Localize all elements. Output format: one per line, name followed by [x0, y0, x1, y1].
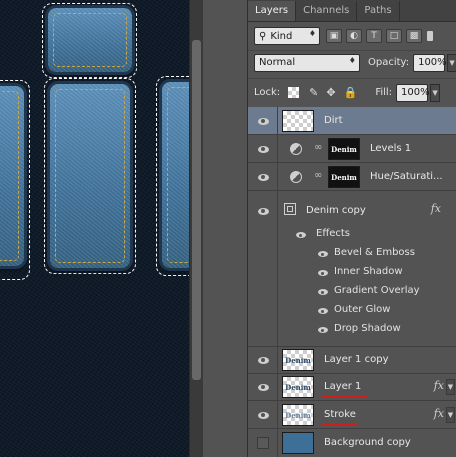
effects-eye-icon[interactable]: [296, 232, 306, 238]
workspace-gap: [203, 0, 247, 457]
lock-transparent-icon[interactable]: [288, 87, 300, 98]
effect-drop-shadow[interactable]: Drop Shadow: [334, 323, 401, 334]
effect-eye-icon[interactable]: [318, 270, 328, 276]
type-filter-icon[interactable]: T: [366, 29, 382, 43]
annotation-underline: [322, 424, 358, 426]
layer-name: Levels 1: [370, 143, 412, 154]
effect-eye-icon[interactable]: [318, 289, 328, 295]
visibility-eye-icon[interactable]: [254, 171, 272, 183]
opacity-value: 100%: [418, 57, 447, 68]
layer-row-background-copy[interactable]: Background copy: [248, 429, 456, 457]
visibility-eye-icon[interactable]: [254, 143, 272, 155]
shape-filter-icon[interactable]: □: [386, 29, 402, 43]
kind-filter-label: Kind: [270, 30, 293, 42]
effect-gradient-overlay[interactable]: Gradient Overlay: [334, 285, 420, 296]
fx-expand-arrow-icon[interactable]: ▼: [446, 379, 455, 395]
effect-eye-icon[interactable]: [318, 327, 328, 333]
layer-row-stroke[interactable]: Denim Stroke fx ▼: [248, 401, 456, 429]
layers-panel: Layers Channels Paths ⚲ Kind ♦ ▣ ◐ T □ ▩…: [247, 0, 456, 457]
layer-row-layer-1-copy[interactable]: Denim Layer 1 copy: [248, 347, 456, 374]
opacity-label: Opacity:: [367, 57, 410, 68]
tab-channels[interactable]: Channels: [296, 1, 358, 21]
opacity-field[interactable]: 100%: [413, 53, 447, 72]
layer-thumbnail: Denim: [282, 404, 314, 426]
document-canvas[interactable]: [0, 0, 189, 457]
blend-mode-value: Normal: [259, 57, 296, 68]
denim-letter-piece: [0, 86, 24, 266]
smart-object-filter-icon[interactable]: ▩: [406, 29, 422, 43]
filter-row: ⚲ Kind ♦ ▣ ◐ T □ ▩: [248, 24, 456, 48]
fx-expand-arrow-icon[interactable]: ▼: [446, 407, 455, 423]
panel-tabs: Layers Channels Paths: [248, 0, 456, 22]
denim-letter-dot: [48, 8, 132, 72]
lock-label: Lock:: [254, 87, 281, 98]
fill-field[interactable]: 100%: [396, 83, 430, 102]
effect-eye-icon[interactable]: [318, 251, 328, 257]
chevron-updown-icon: ♦: [348, 55, 356, 65]
fx-icon[interactable]: fx: [431, 202, 441, 215]
layer-thumbnail: [282, 110, 314, 132]
layer-name: Stroke: [324, 409, 356, 420]
visibility-eye-icon[interactable]: [254, 354, 272, 366]
lock-all-icon[interactable]: 🔒: [344, 86, 358, 99]
layer-name: Background copy: [324, 437, 411, 448]
fill-value: 100%: [401, 87, 430, 98]
effect-outer-glow[interactable]: Outer Glow: [334, 304, 390, 315]
link-chain-icon: ∞: [314, 142, 323, 153]
fx-icon[interactable]: fx: [434, 379, 444, 392]
layer-row-layer-1[interactable]: Denim Layer 1 fx ▼: [248, 374, 456, 401]
adjustment-layer-icon: [290, 143, 302, 155]
layer-thumbnail: Denim: [282, 349, 314, 371]
visibility-off-box[interactable]: [257, 437, 269, 449]
layer-name: Layer 1 copy: [324, 354, 389, 365]
lock-position-icon[interactable]: ✥: [326, 86, 335, 99]
visibility-eye-icon[interactable]: [254, 205, 272, 217]
link-chain-icon: ∞: [314, 170, 323, 181]
fx-icon[interactable]: fx: [434, 407, 444, 420]
filter-toggle-icon[interactable]: [427, 31, 433, 41]
search-icon: ⚲: [259, 30, 267, 42]
effect-bevel-emboss[interactable]: Bevel & Emboss: [334, 247, 415, 258]
opacity-dropdown-arrow[interactable]: ▼: [447, 53, 456, 72]
layer-name: Layer 1: [324, 381, 362, 392]
visibility-eye-icon[interactable]: [254, 409, 272, 421]
annotation-underline: [322, 396, 368, 398]
canvas-scrollbar[interactable]: [189, 0, 203, 457]
denim-letter-piece: [162, 82, 189, 268]
blend-row: Normal ♦ Opacity: 100% ▼: [248, 50, 456, 74]
layer-row-denim-copy[interactable]: Denim copy fx Effects Bevel & Emboss Inn…: [248, 191, 456, 347]
layer-thumbnail: Denim: [282, 376, 314, 398]
chevron-updown-icon: ♦: [308, 29, 316, 38]
layer-thumbnail: [282, 432, 314, 454]
adjustment-layer-icon: [290, 171, 302, 183]
tab-layers[interactable]: Layers: [248, 1, 297, 21]
lock-row: Lock: ✎ ✥ 🔒 Fill: 100% ▼: [248, 78, 456, 106]
fill-label: Fill:: [375, 87, 393, 98]
layer-name: Hue/Saturati...: [370, 171, 443, 182]
layer-row-hue-saturation[interactable]: ∞ Denim Hue/Saturati...: [248, 163, 456, 191]
lock-pixels-icon[interactable]: ✎: [309, 86, 318, 99]
layer-row-levels[interactable]: ∞ Denim Levels 1: [248, 135, 456, 163]
effects-header: Effects: [316, 228, 350, 239]
layer-name: Denim copy: [306, 205, 366, 216]
visibility-eye-icon[interactable]: [254, 115, 272, 127]
kind-filter-select[interactable]: ⚲ Kind ♦: [254, 27, 320, 45]
layer-name: Dirt: [324, 115, 343, 126]
pixel-filter-icon[interactable]: ▣: [326, 29, 342, 43]
effect-eye-icon[interactable]: [318, 308, 328, 314]
blend-mode-select[interactable]: Normal ♦: [254, 53, 360, 72]
adjustment-filter-icon[interactable]: ◐: [346, 29, 362, 43]
scrollbar-thumb[interactable]: [192, 40, 201, 380]
effect-inner-shadow[interactable]: Inner Shadow: [334, 266, 403, 277]
layer-mask-thumbnail: Denim: [328, 166, 360, 188]
smart-object-icon: [284, 203, 296, 215]
layer-row-dirt[interactable]: Dirt: [248, 107, 456, 135]
denim-letter-stem: [50, 84, 130, 268]
fill-dropdown-arrow[interactable]: ▼: [430, 83, 441, 102]
layer-mask-thumbnail: Denim: [328, 138, 360, 160]
tab-paths[interactable]: Paths: [357, 1, 400, 21]
layers-list: Dirt ∞ Denim Levels 1 ∞ Denim Hue/Satura…: [248, 107, 456, 457]
visibility-eye-icon[interactable]: [254, 381, 272, 393]
